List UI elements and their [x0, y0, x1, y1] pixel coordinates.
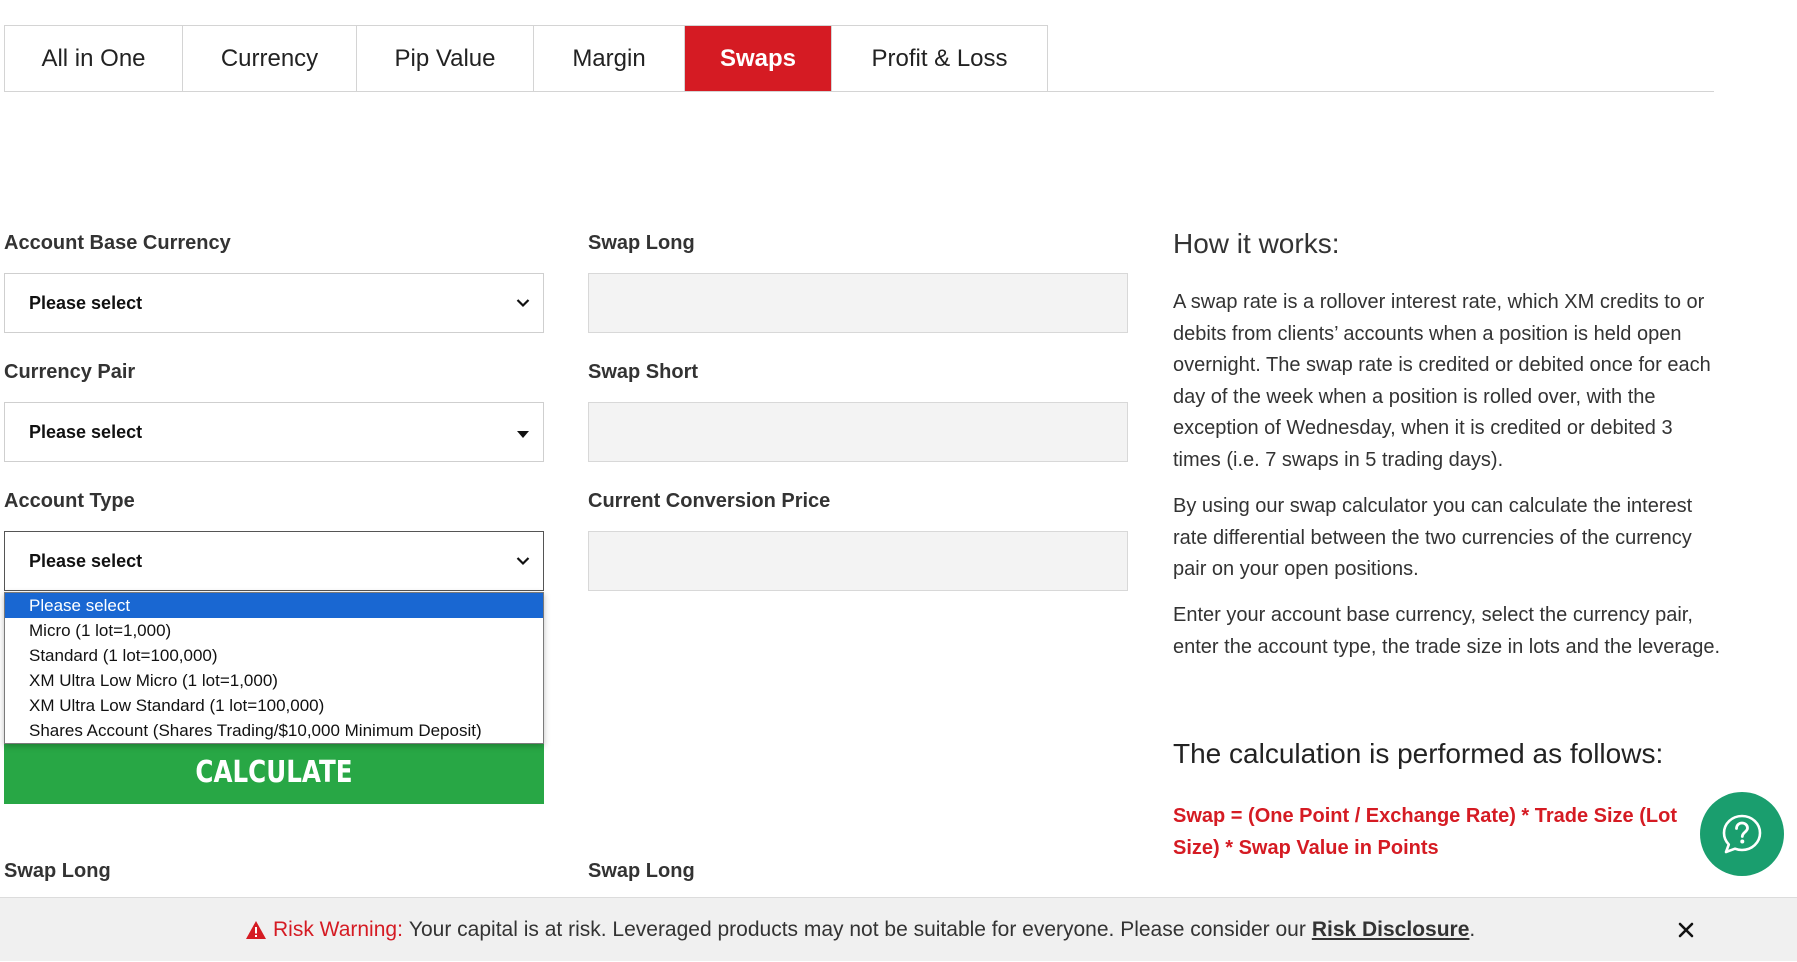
swap-long-label: Swap Long	[588, 232, 695, 254]
how-it-works-title: How it works:	[1173, 228, 1340, 259]
tab-margin[interactable]: Margin	[534, 26, 685, 92]
tab-pip-value[interactable]: Pip Value	[357, 26, 534, 92]
calculate-button[interactable]: CALCULATE	[4, 742, 544, 804]
tab-currency[interactable]: Currency	[183, 26, 357, 92]
chevron-down-icon	[513, 293, 533, 313]
dropdown-option[interactable]: Standard (1 lot=100,000)	[5, 643, 543, 668]
account-type-select[interactable]: Please select	[4, 531, 544, 591]
calculation-title: The calculation is performed as follows:	[1173, 738, 1664, 769]
how-it-works-paragraph: Enter your account base currency, select…	[1173, 604, 1721, 658]
dropdown-option[interactable]: XM Ultra Low Standard (1 lot=100,000)	[5, 693, 543, 718]
tab-swaps[interactable]: Swaps	[685, 26, 832, 92]
caret-down-icon	[513, 422, 533, 442]
account-type-label: Account Type	[4, 490, 135, 512]
question-bubble-icon	[1720, 812, 1764, 856]
result-swap-long-label: Swap Long	[4, 860, 111, 882]
swap-formula: Swap = (One Point / Exchange Rate) * Tra…	[1173, 805, 1677, 859]
chevron-down-icon	[513, 551, 533, 571]
tabs-divider	[4, 91, 1714, 92]
tab-profit-loss[interactable]: Profit & Loss	[832, 26, 1047, 92]
account-type-value: Please select	[29, 550, 143, 571]
risk-period: .	[1469, 918, 1476, 941]
tab-all-in-one[interactable]: All in One	[5, 26, 183, 92]
currency-pair-select[interactable]: Please select	[4, 402, 544, 462]
calculate-button-label: CALCULATE	[195, 755, 353, 790]
risk-disclosure-link[interactable]: Risk Disclosure	[1312, 918, 1470, 942]
account-base-currency-value: Please select	[29, 292, 143, 313]
dropdown-option[interactable]: XM Ultra Low Micro (1 lot=1,000)	[5, 668, 543, 693]
result-swap-long-label-2: Swap Long	[588, 860, 695, 882]
swap-short-label: Swap Short	[588, 361, 699, 383]
account-base-currency-select[interactable]: Please select	[4, 273, 544, 333]
currency-pair-value: Please select	[29, 421, 143, 442]
dropdown-option[interactable]: Shares Account (Shares Trading/$10,000 M…	[5, 718, 543, 743]
how-it-works-paragraph: By using our swap calculator you can cal…	[1173, 495, 1693, 580]
risk-warning-bar: Risk Warning: Your capital is at risk. L…	[0, 897, 1797, 961]
risk-warning-text: Risk Warning: Your capital is at risk. L…	[245, 898, 1475, 962]
calculator-tabs: All in One Currency Pip Value Margin Swa…	[4, 25, 1048, 92]
how-it-works-paragraph: A swap rate is a rollover interest rate,…	[1173, 291, 1711, 471]
help-button[interactable]	[1700, 792, 1784, 876]
dropdown-option[interactable]: Please select	[5, 593, 543, 618]
risk-warning-label: Risk Warning:	[273, 918, 403, 941]
warning-triangle-icon	[245, 920, 267, 940]
close-icon[interactable]	[1672, 916, 1700, 944]
account-type-dropdown: Please select Micro (1 lot=1,000) Standa…	[4, 592, 544, 744]
swap-short-field[interactable]	[588, 402, 1128, 462]
risk-warning-message: Your capital is at risk. Leveraged produ…	[408, 918, 1306, 941]
conversion-price-label: Current Conversion Price	[588, 490, 831, 512]
conversion-price-field[interactable]	[588, 531, 1128, 591]
currency-pair-label: Currency Pair	[4, 361, 136, 383]
dropdown-option[interactable]: Micro (1 lot=1,000)	[5, 618, 543, 643]
account-base-currency-label: Account Base Currency	[4, 232, 231, 254]
swap-long-field[interactable]	[588, 273, 1128, 333]
